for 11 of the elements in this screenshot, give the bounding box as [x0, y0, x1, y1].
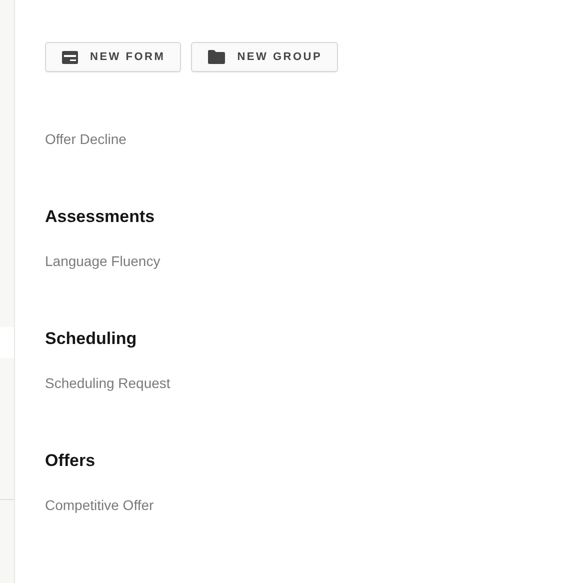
form-link[interactable]: Scheduling Request	[45, 373, 575, 393]
section-heading: Offers	[45, 450, 96, 472]
form-link[interactable]: Language Fluency	[45, 251, 575, 271]
form-icon	[62, 50, 78, 64]
form-link[interactable]: Offer Decline	[45, 129, 575, 149]
form-link[interactable]: Competitive Offer	[45, 495, 575, 515]
new-form-button[interactable]: NEW FORM	[45, 42, 182, 72]
section-heading: Assessments	[45, 206, 156, 228]
new-group-button[interactable]: NEW GROUP	[191, 42, 338, 72]
folder-icon	[208, 50, 226, 64]
section-heading: Scheduling	[45, 328, 138, 350]
